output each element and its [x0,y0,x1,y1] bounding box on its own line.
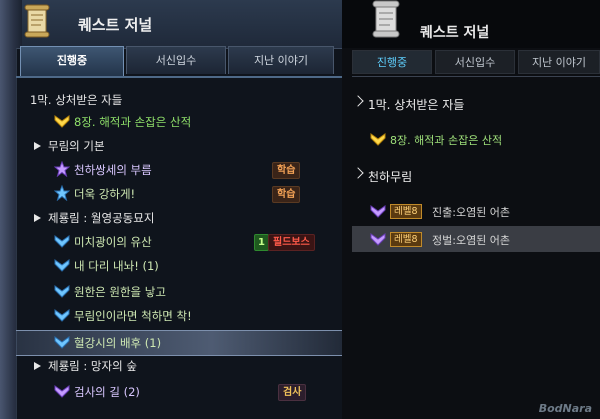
quest-label: 더욱 강하게! [74,187,136,201]
tab-divider [16,76,342,78]
scroll-icon [372,0,400,38]
quest-item[interactable]: 혈강시의 배후 (1) [16,330,342,356]
quest-category[interactable]: 무림의 기본 [16,134,342,158]
quest-category[interactable]: 1막. 상처받은 자들 [352,90,600,116]
level-badge: 레벨8 [390,232,422,247]
quest-category[interactable]: 제룡림 : 망자의 숲 [16,354,342,378]
quest-item[interactable]: 천하쌍세의 부름 학습 [16,158,342,182]
quest-label: 혈강시의 배후 (1) [74,336,162,350]
yellow-chevron-icon [370,131,386,147]
journal-tabs: 진행중 서신입수 지난 이야기 [16,46,342,76]
quest-item[interactable]: 8장. 해적과 손잡은 산적 [352,126,600,152]
expand-triangle-icon[interactable] [34,142,41,150]
category-label: 무림의 기본 [48,139,105,153]
tab-past-stories[interactable]: 지난 이야기 [518,50,600,74]
quest-item[interactable]: 원한은 원한을 낳고 [16,280,342,304]
watermark: BodNara [538,402,592,415]
blue-star-icon [53,184,71,202]
quest-label: 검사의 길 (2) [74,385,140,399]
quest-label: 8장. 해적과 손잡은 산적 [74,115,192,129]
quest-item[interactable]: 레벨8 정벌:오염된 어촌 [352,226,600,252]
category-label: 1막. 상처받은 자들 [368,98,465,112]
class-badge: 검사 [278,384,307,401]
quest-count-badge: 1 [254,234,269,251]
quest-item[interactable]: 검사의 길 (2) 검사 [16,380,342,404]
quest-item[interactable]: 내 다리 내놔! (1) [16,254,342,278]
tab-past-stories[interactable]: 지난 이야기 [228,46,334,74]
quest-category[interactable]: 제룡림 : 월영공동묘지 [16,206,342,230]
level-badge: 레벨8 [390,204,422,219]
quest-label: 천하쌍세의 부름 [74,163,152,177]
purple-chevron-icon [370,203,386,219]
tab-letters[interactable]: 서신입수 [126,46,226,74]
quest-label: 내 다리 내놔! (1) [74,259,159,273]
blue-chevron-icon [54,257,70,273]
left-quest-journal-window: 퀘스트 저널 진행중 서신입수 지난 이야기 1막. 상처받은 자들 8장. 해적… [0,0,342,419]
journal-tabs: 진행중 서신입수 지난 이야기 [352,50,600,76]
learn-badge: 학습 [272,162,301,179]
quest-item[interactable]: 더욱 강하게! 학습 [16,182,342,206]
blue-chevron-icon [54,307,70,323]
blue-chevron-icon [54,283,70,299]
journal-title: 퀘스트 저널 [78,16,153,34]
yellow-chevron-icon [54,113,70,129]
tab-in-progress[interactable]: 진행중 [20,46,124,76]
journal-title: 퀘스트 저널 [420,25,490,41]
quest-label: 8장. 해적과 손잡은 산적 [390,134,503,147]
quest-label: 원한은 원한을 낳고 [74,285,166,299]
chevron-right-icon[interactable] [352,167,364,179]
quest-label: 정벌:오염된 어촌 [432,234,511,247]
quest-label: 진출:오염된 어촌 [432,206,511,219]
quest-label: 미치광이의 유산 [74,235,152,249]
learn-badge: 학습 [272,186,301,203]
quest-item[interactable]: 미치광이의 유산 1 필드보스 [16,230,342,254]
purple-chevron-icon [370,231,386,247]
tab-in-progress[interactable]: 진행중 [352,50,432,74]
chevron-right-icon[interactable] [352,95,364,107]
quest-item[interactable]: 레벨8 진출:오염된 어촌 [352,198,600,224]
quest-item[interactable]: 무림인이라면 척하면 착! [16,304,342,328]
tab-divider [352,76,600,77]
blue-chevron-icon [54,334,70,350]
category-label: 제룡림 : 망자의 숲 [48,359,137,373]
purple-chevron-icon [54,383,70,399]
quest-category[interactable]: 1막. 상처받은 자들 [16,88,342,112]
category-label: 천하무림 [368,170,413,184]
purple-star-icon [53,160,71,178]
expand-triangle-icon[interactable] [34,214,41,222]
category-label: 제룡림 : 월영공동묘지 [48,211,155,225]
scroll-icon [24,4,50,38]
right-quest-journal-window: 퀘스트 저널 진행중 서신입수 지난 이야기 1막. 상처받은 자들 8장. 해적… [342,0,600,419]
blue-chevron-icon [54,233,70,249]
quest-item[interactable]: 8장. 해적과 손잡은 산적 [16,110,342,134]
category-label: 1막. 상처받은 자들 [30,93,123,107]
field-boss-badge: 필드보스 [268,234,315,251]
expand-triangle-icon[interactable] [34,362,41,370]
tab-letters[interactable]: 서신입수 [435,50,515,74]
quest-label: 무림인이라면 척하면 착! [74,309,192,323]
quest-category[interactable]: 천하무림 [352,162,600,188]
